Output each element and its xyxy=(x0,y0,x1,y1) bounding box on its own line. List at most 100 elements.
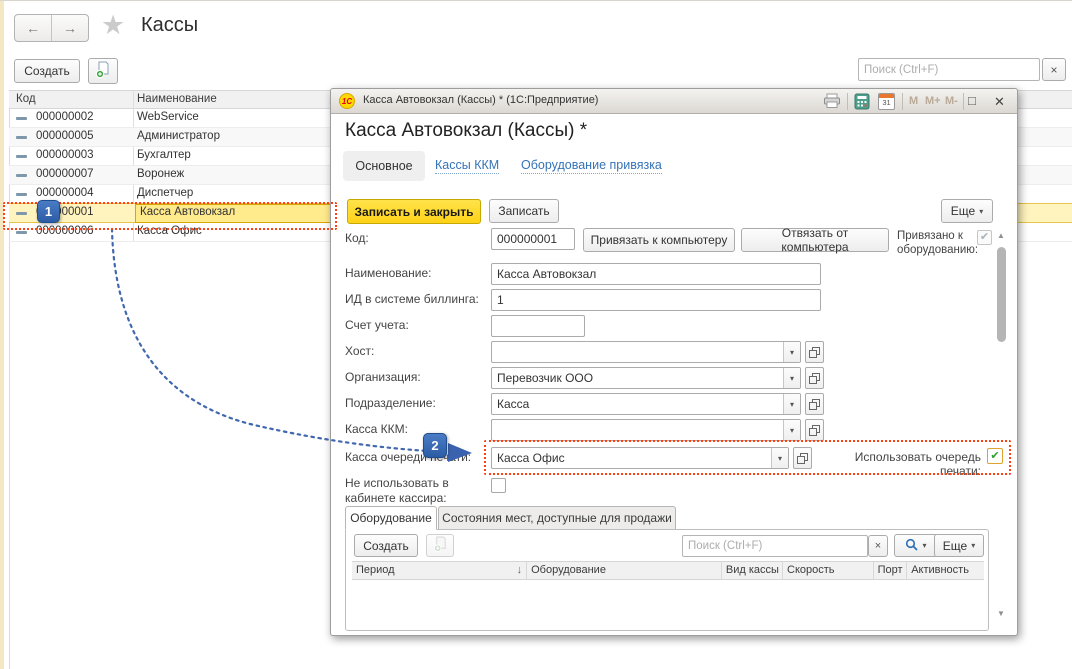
search-clear-button[interactable]: × xyxy=(1042,58,1066,81)
memory-mminus-button[interactable]: M- xyxy=(945,95,958,107)
equipment-find-button[interactable]: ▾ xyxy=(894,534,938,557)
division-combo[interactable]: ▾ xyxy=(491,393,801,415)
dropdown-icon[interactable]: ▾ xyxy=(783,342,800,362)
host-field[interactable] xyxy=(492,342,783,362)
chevron-down-icon: ▾ xyxy=(922,541,926,550)
create-new-group-button[interactable] xyxy=(88,58,118,84)
print-queue-label: Касса очереди печати: xyxy=(345,450,471,464)
row-name: Воронеж xyxy=(137,168,184,180)
column-header-name[interactable]: Наименование xyxy=(137,93,217,105)
item-icon xyxy=(16,193,27,196)
code-label: Код: xyxy=(345,231,369,245)
chevron-down-icon: ▾ xyxy=(971,541,975,550)
save-button[interactable]: Записать xyxy=(489,199,559,223)
dropdown-icon[interactable]: ▾ xyxy=(783,420,800,440)
row-code: 000000005 xyxy=(36,130,94,142)
row-code: 000000002 xyxy=(36,111,94,123)
division-field[interactable] xyxy=(492,394,783,414)
column-header-activity[interactable]: Активность xyxy=(907,562,984,579)
row-code: 000000003 xyxy=(36,149,94,161)
tab-main[interactable]: Основное xyxy=(343,151,425,181)
window-left-accent xyxy=(0,0,4,669)
kkm-combo[interactable]: ▾ xyxy=(491,419,801,441)
more-button[interactable]: Еще ▾ xyxy=(941,199,993,223)
calendar-icon[interactable]: 31 xyxy=(878,93,895,110)
billing-id-field[interactable] xyxy=(491,289,821,311)
tab-equipment-link[interactable]: Оборудование привязка xyxy=(521,158,662,174)
memory-mplus-button[interactable]: M+ xyxy=(925,95,941,107)
open-icon xyxy=(809,347,820,358)
tab-seat-states[interactable]: Состояния мест, доступные для продажи xyxy=(438,506,676,530)
equipment-more-button[interactable]: Еще ▾ xyxy=(934,534,984,557)
dialog-heading: Касса Автовокзал (Кассы) * xyxy=(345,120,587,142)
unbind-from-computer-button[interactable]: Отвязать от компьютера xyxy=(741,228,889,252)
equipment-table-header: Период ↓ Оборудование Вид кассы Скорость… xyxy=(352,561,984,580)
calendar-day-label: 31 xyxy=(879,98,894,108)
scroll-up-icon[interactable]: ▲ xyxy=(997,231,1005,240)
equipment-create-button[interactable]: Создать xyxy=(354,534,418,557)
column-header-port[interactable]: Порт xyxy=(874,562,908,579)
printer-icon[interactable] xyxy=(823,93,841,114)
history-nav: ← → xyxy=(14,14,89,42)
back-button[interactable]: ← xyxy=(15,15,52,41)
open-icon xyxy=(809,373,820,384)
column-header-speed[interactable]: Скорость xyxy=(783,562,874,579)
column-header-equipment[interactable]: Оборудование xyxy=(527,562,722,579)
window-top-border xyxy=(0,0,1072,1)
row-name: Администратор xyxy=(137,130,220,142)
equipment-panel: Создать × ▾ Еще ▾ Период ↓ xyxy=(345,529,989,631)
open-icon xyxy=(809,425,820,436)
dropdown-icon[interactable]: ▾ xyxy=(783,394,800,414)
tab-equipment[interactable]: Оборудование xyxy=(345,506,437,530)
1c-logo-icon: 1С xyxy=(339,93,355,109)
equipment-table-body[interactable] xyxy=(352,580,984,626)
scrollbar-thumb[interactable] xyxy=(997,247,1006,342)
equipment-search-input[interactable] xyxy=(682,535,868,557)
titlebar-separator xyxy=(902,93,903,110)
titlebar-separator xyxy=(963,93,964,110)
favorite-star-icon[interactable]: ★ xyxy=(101,10,125,41)
create-button[interactable]: Создать xyxy=(14,59,80,83)
row-name: WebService xyxy=(137,111,199,123)
kkm-label: Касса ККМ: xyxy=(345,422,408,436)
organization-open-button[interactable] xyxy=(805,367,824,389)
tab-kkm-link[interactable]: Кассы ККМ xyxy=(435,158,499,174)
forward-button[interactable]: → xyxy=(52,15,88,41)
equipment-copy-button[interactable] xyxy=(426,534,454,557)
billing-id-label: ИД в системе биллинга: xyxy=(345,292,479,306)
no-cabinet-label: Не использовать в кабинете кассира: xyxy=(345,476,477,506)
scroll-down-icon[interactable]: ▼ xyxy=(997,609,1005,618)
no-cabinet-checkbox[interactable] xyxy=(491,478,506,493)
search-input[interactable] xyxy=(858,58,1040,81)
host-combo[interactable]: ▾ xyxy=(491,341,801,363)
code-field[interactable] xyxy=(491,228,575,250)
kkm-field[interactable] xyxy=(492,420,783,440)
account-field[interactable] xyxy=(491,315,585,337)
dialog-titlebar[interactable]: 1С Касса Автовокзал (Кассы) * (1С:Предпр… xyxy=(331,89,1017,114)
check-icon: ✔ xyxy=(980,232,989,243)
dropdown-icon[interactable]: ▾ xyxy=(783,368,800,388)
kkm-open-button[interactable] xyxy=(805,419,824,441)
host-open-button[interactable] xyxy=(805,341,824,363)
calculator-icon[interactable] xyxy=(854,93,870,115)
organization-field[interactable] xyxy=(492,368,783,388)
maximize-button[interactable]: □ xyxy=(968,93,976,108)
save-and-close-button[interactable]: Записать и закрыть xyxy=(347,199,481,224)
equipment-search-clear-button[interactable]: × xyxy=(868,535,888,557)
column-header-kind[interactable]: Вид кассы xyxy=(722,562,783,579)
column-header-code[interactable]: Код xyxy=(16,93,36,105)
memory-m-button[interactable]: M xyxy=(909,95,918,107)
division-open-button[interactable] xyxy=(805,393,824,415)
item-icon xyxy=(16,117,27,120)
document-plus-icon xyxy=(433,536,448,555)
bind-to-computer-button[interactable]: Привязать к компьютеру xyxy=(583,228,735,252)
column-header-period[interactable]: Период ↓ xyxy=(352,562,527,579)
close-button[interactable]: ✕ xyxy=(994,94,1005,110)
bound-to-equipment-label: Привязано к оборудованию: xyxy=(897,229,989,257)
organization-combo[interactable]: ▾ xyxy=(491,367,801,389)
item-icon xyxy=(16,136,27,139)
name-field[interactable] xyxy=(491,263,821,285)
dialog-title: Касса Автовокзал (Кассы) * (1С:Предприят… xyxy=(363,94,598,106)
app-root: ← → ★ Кассы Создать × Код Наименование 0… xyxy=(0,0,1072,669)
sort-desc-icon: ↓ xyxy=(517,564,523,577)
